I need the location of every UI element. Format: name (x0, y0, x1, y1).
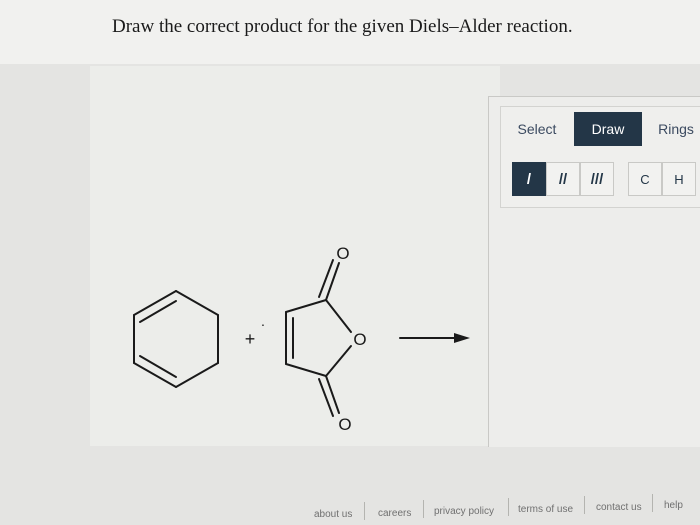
footer-separator (584, 496, 585, 514)
footer-link-terms[interactable]: terms of use (518, 504, 573, 515)
maleic-anhydride-structure (285, 259, 352, 417)
oxygen-label: O (336, 244, 349, 263)
oxygen-label: O (353, 330, 366, 349)
carbonyl-bond (325, 375, 340, 414)
bond (175, 290, 219, 316)
arrow-head (454, 333, 470, 343)
footer-separator (364, 502, 365, 520)
oxygen-label: O (338, 415, 351, 434)
cyclohexadiene-structure (133, 290, 219, 388)
double-bond-inner (139, 300, 177, 323)
reaction-scheme: O O O + · (133, 244, 470, 434)
bond (133, 362, 177, 388)
carbonyl-bond-inner (318, 259, 334, 298)
plus-sign: + (245, 329, 256, 349)
bond (325, 299, 352, 333)
bond (175, 362, 219, 388)
bond (285, 363, 327, 377)
bond (325, 345, 352, 377)
footer-link-help[interactable]: help (664, 500, 683, 511)
footer-link-contact[interactable]: contact us (596, 502, 642, 513)
footer-separator (423, 500, 424, 518)
footer-separator (652, 494, 653, 512)
carbonyl-bond-inner (318, 378, 334, 417)
dot-mark: · (261, 316, 266, 332)
footer-link-careers[interactable]: careers (378, 508, 411, 519)
footer-link-about[interactable]: about us (314, 509, 352, 520)
footer-separator (508, 498, 509, 516)
double-bond-inner (139, 355, 177, 378)
carbonyl-bond (325, 262, 340, 301)
footer-link-privacy[interactable]: privacy policy (434, 506, 494, 517)
bond (285, 299, 327, 313)
bond (133, 290, 177, 316)
